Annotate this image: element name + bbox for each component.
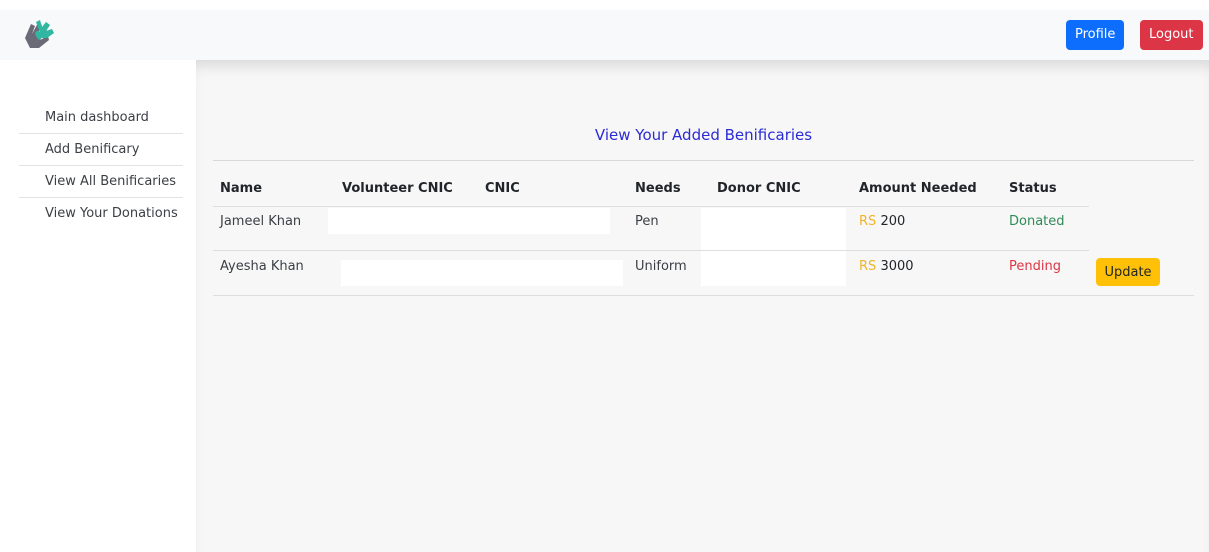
- sidebar-nav: Main dashboard Add Benificary View All B…: [19, 102, 183, 230]
- cell-needs: Uniform: [635, 259, 687, 274]
- column-header-donor-cnic: Donor CNIC: [717, 181, 801, 196]
- status-badge: Donated: [1009, 214, 1065, 229]
- currency-label: RS: [859, 259, 877, 274]
- top-navbar: Profile Logout: [0, 10, 1209, 60]
- header-divider: [213, 206, 1089, 207]
- sidebar-item-view-all-beneficiaries[interactable]: View All Benificaries: [19, 166, 183, 198]
- column-header-volunteer-cnic: Volunteer CNIC: [342, 181, 453, 196]
- update-button[interactable]: Update: [1096, 258, 1160, 286]
- column-header-needs: Needs: [635, 181, 681, 196]
- column-header-name: Name: [220, 181, 263, 196]
- amount-value: 200: [880, 214, 906, 229]
- status-badge: Pending: [1009, 259, 1061, 274]
- sidebar-item-add-beneficiary[interactable]: Add Benificary: [19, 134, 183, 166]
- page-title: View Your Added Benificaries: [594, 126, 813, 144]
- sidebar-item-main-dashboard[interactable]: Main dashboard: [19, 102, 183, 134]
- title-divider: [213, 160, 1194, 161]
- amount-value: 3000: [880, 259, 914, 274]
- cell-volunteer-cnic-blank: [341, 260, 623, 286]
- sidebar: Main dashboard Add Benificary View All B…: [0, 60, 196, 552]
- logout-button[interactable]: Logout: [1140, 20, 1203, 50]
- row-divider: [213, 295, 1194, 296]
- cell-name: Ayesha Khan: [220, 259, 304, 274]
- helping-hands-heart-logo[interactable]: [22, 18, 56, 52]
- row-divider: [213, 250, 1089, 251]
- column-header-cnic: CNIC: [485, 181, 520, 196]
- column-header-amount-needed: Amount Needed: [859, 181, 977, 196]
- profile-button[interactable]: Profile: [1066, 20, 1125, 50]
- main-content: View Your Added Benificaries Name Volunt…: [196, 60, 1209, 552]
- cell-needs: Pen: [635, 214, 659, 229]
- cell-volunteer-cnic-blank: [328, 208, 610, 234]
- cell-amount: RS 3000: [859, 259, 914, 274]
- column-header-status: Status: [1009, 181, 1057, 196]
- currency-label: RS: [859, 214, 877, 229]
- cell-name: Jameel Khan: [220, 214, 302, 229]
- cell-amount: RS 200: [859, 214, 905, 229]
- cell-donor-cnic-blank: [701, 208, 846, 286]
- sidebar-item-view-your-donations[interactable]: View Your Donations: [19, 198, 183, 230]
